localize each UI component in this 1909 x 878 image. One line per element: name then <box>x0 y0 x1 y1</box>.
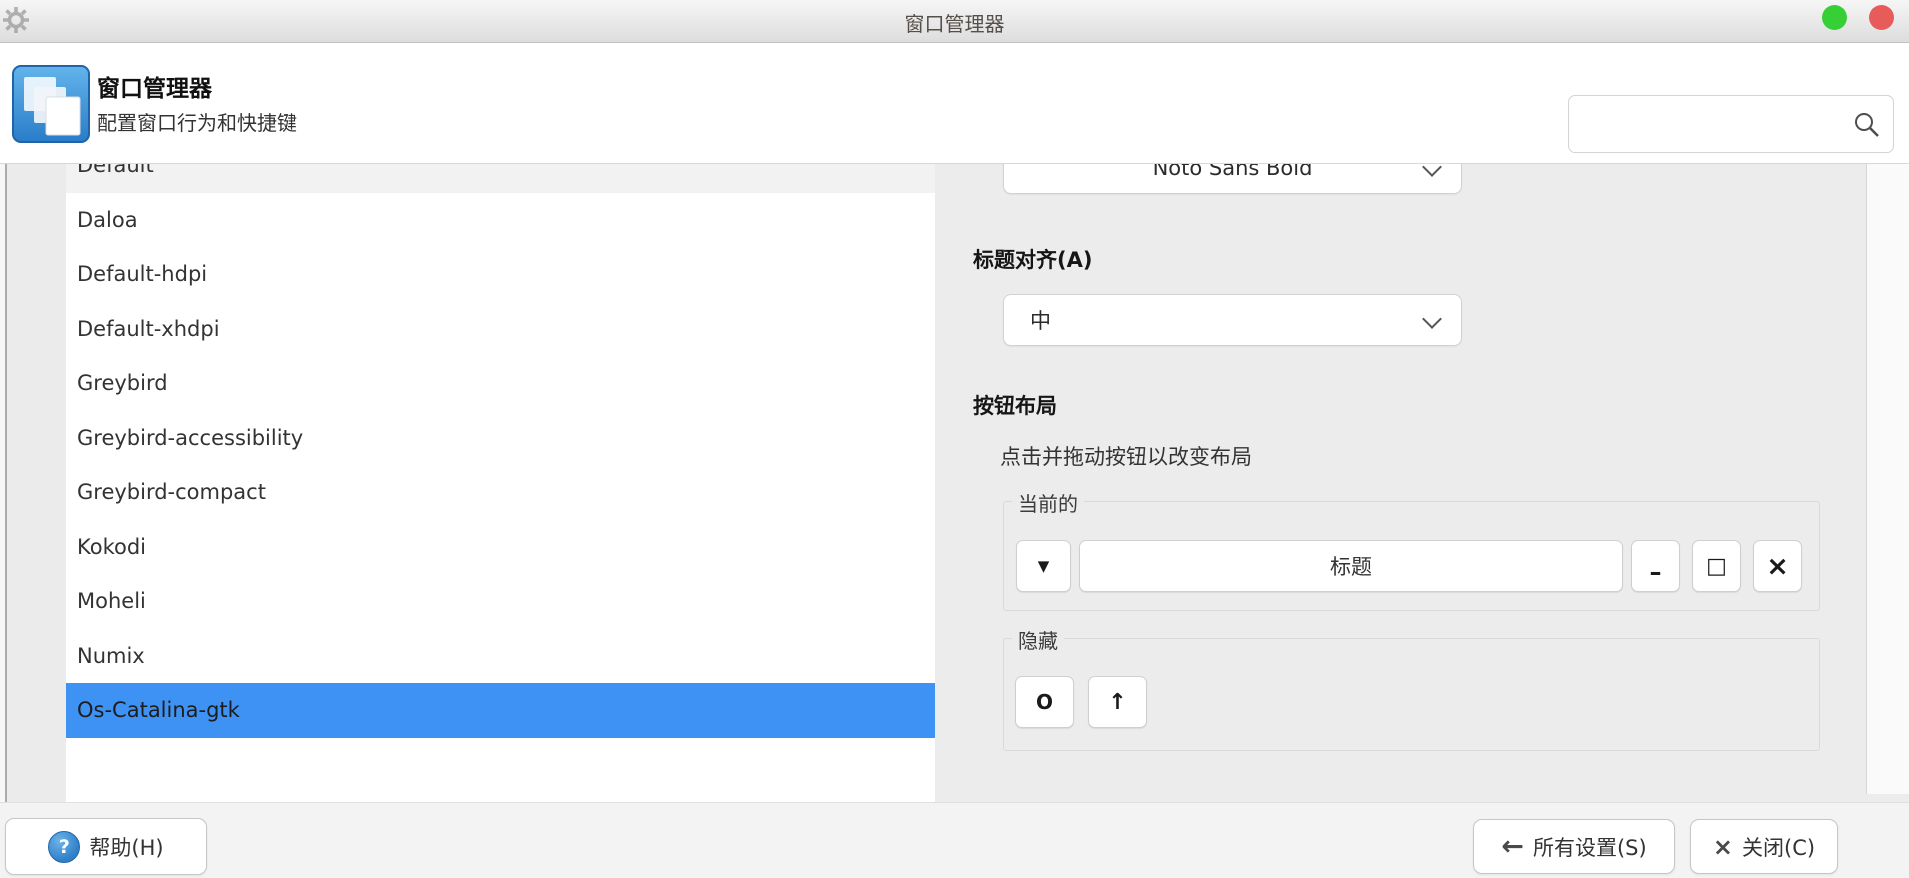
title-alignment-select[interactable]: 中 <box>1003 294 1462 346</box>
theme-list-item[interactable]: Default-xhdpi <box>66 302 935 357</box>
stick-button[interactable]: O <box>1015 676 1074 728</box>
window-titlebar[interactable]: 窗口管理器 <box>0 0 1909 43</box>
theme-list-item[interactable]: Default-hdpi <box>66 247 935 302</box>
shade-arrow-icon: ↑ <box>1108 690 1126 715</box>
window-manager-icon <box>12 65 90 143</box>
dialog-footer: ? 帮助(H) ← 所有设置(S) × 关闭(C) <box>0 802 1909 878</box>
hidden-layout-frame: 隐藏 O ↑ <box>1003 638 1820 751</box>
menu-button[interactable]: ▼ <box>1016 540 1071 592</box>
button-layout-hint: 点击并拖动按钮以改变布局 <box>1000 441 1252 471</box>
hidden-frame-legend: 隐藏 <box>1012 625 1064 654</box>
title-font-value: Noto Sans Bold <box>1153 164 1313 180</box>
theme-list-item[interactable]: Greybird-accessibility <box>66 411 935 466</box>
theme-list-item[interactable]: Greybird <box>66 356 935 411</box>
help-button[interactable]: ? 帮助(H) <box>5 818 207 875</box>
back-arrow-icon: ← <box>1501 833 1524 860</box>
close-x-icon: × <box>1713 835 1733 859</box>
theme-list-item[interactable]: Numix <box>66 629 935 684</box>
search-icon <box>1851 110 1881 144</box>
shade-button[interactable]: ↑ <box>1088 676 1147 728</box>
page-title: 窗口管理器 <box>97 69 212 103</box>
close-dialog-button[interactable]: × 关闭(C) <box>1690 819 1838 874</box>
list-left-gutter <box>5 164 66 803</box>
title-font-select[interactable]: Noto Sans Bold <box>1003 164 1462 194</box>
current-layout-frame: 当前的 ▼ 标题 – □ × <box>1003 501 1820 611</box>
title-alignment-label: 标题对齐(A) <box>973 244 1092 274</box>
minimize-icon: – <box>1650 558 1662 586</box>
menu-triangle-icon: ▼ <box>1038 557 1050 575</box>
theme-list-item[interactable]: Os-Catalina-gtk <box>66 683 935 738</box>
theme-list-item[interactable]: Kokodi <box>66 520 935 575</box>
theme-list-item[interactable]: Greybird-compact <box>66 465 935 520</box>
theme-list-item[interactable]: Daloa <box>66 193 935 248</box>
theme-list-item[interactable]: Default <box>66 164 935 193</box>
title-drag-button[interactable]: 标题 <box>1079 540 1623 592</box>
close-label: 关闭(C) <box>1742 832 1815 862</box>
stick-icon: O <box>1036 690 1053 714</box>
current-frame-legend: 当前的 <box>1012 488 1084 517</box>
scrollbar-track[interactable] <box>1867 164 1909 794</box>
maximize-button[interactable]: □ <box>1692 540 1741 592</box>
title-alignment-value: 中 <box>1030 305 1051 335</box>
all-settings-label: 所有设置(S) <box>1533 832 1647 862</box>
button-layout-label: 按钮布局 <box>973 390 1057 420</box>
all-settings-button[interactable]: ← 所有设置(S) <box>1473 819 1675 874</box>
close-layout-button[interactable]: × <box>1753 540 1802 592</box>
title-drag-label: 标题 <box>1330 551 1372 581</box>
help-icon: ? <box>48 831 80 863</box>
search-input[interactable] <box>1579 101 1853 147</box>
window-title: 窗口管理器 <box>0 8 1909 37</box>
chevron-down-icon <box>1422 309 1442 329</box>
search-box[interactable] <box>1568 95 1894 153</box>
close-icon: × <box>1766 551 1789 582</box>
chevron-down-icon <box>1422 164 1442 177</box>
theme-list[interactable]: DefaultDaloaDefault-hdpiDefault-xhdpiGre… <box>66 164 935 803</box>
close-circle-button[interactable] <box>1869 5 1894 30</box>
maximize-circle-button[interactable] <box>1822 5 1847 30</box>
content-area: DefaultDaloaDefault-hdpiDefault-xhdpiGre… <box>0 163 1909 802</box>
maximize-icon: □ <box>1706 554 1727 579</box>
dialog-header: 窗口管理器 配置窗口行为和快捷键 <box>0 43 1909 163</box>
settings-panel: Noto Sans Bold 标题对齐(A) 中 按钮布局 点击并拖动按钮以改变… <box>935 164 1909 803</box>
theme-list-item[interactable]: Moheli <box>66 574 935 629</box>
page-subtitle: 配置窗口行为和快捷键 <box>97 107 297 136</box>
minimize-button[interactable]: – <box>1631 540 1680 592</box>
help-label: 帮助(H) <box>89 832 163 862</box>
